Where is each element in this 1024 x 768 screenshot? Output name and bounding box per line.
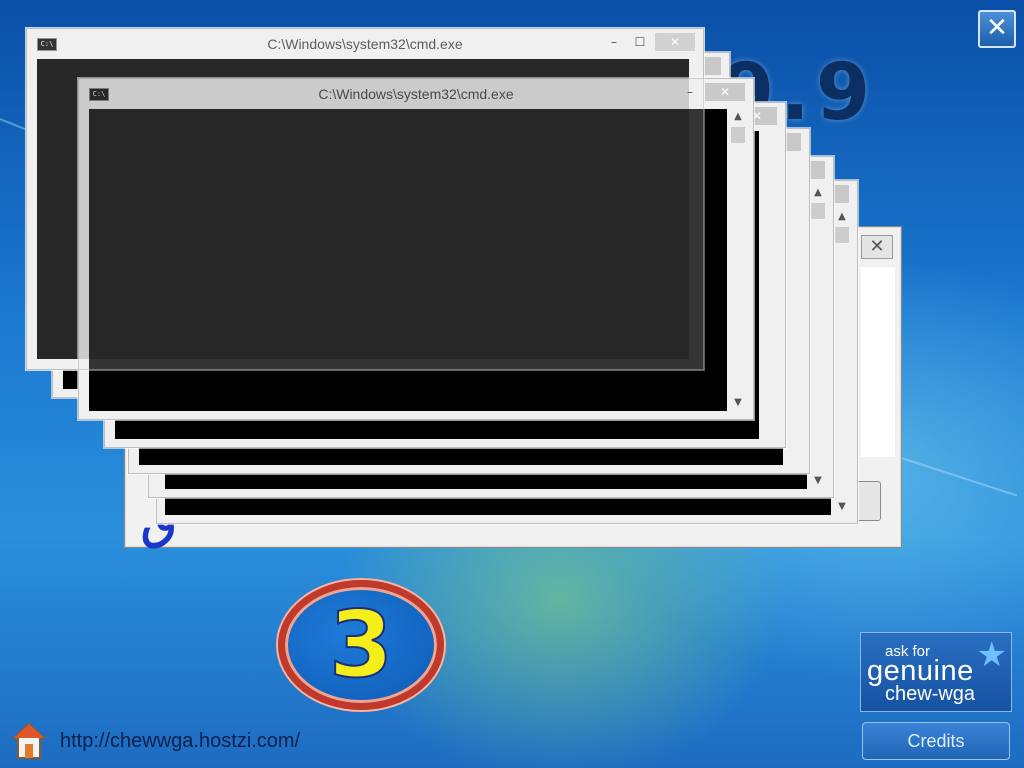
scroll-up-icon[interactable]: ▲: [833, 209, 851, 225]
scroll-thumb[interactable]: [835, 227, 849, 243]
app-close-button[interactable]: ✕: [978, 10, 1016, 48]
website-link[interactable]: http://chewwga.hostzi.com/: [60, 730, 300, 753]
countdown-badge: 3: [278, 580, 444, 710]
countdown-number: 3: [328, 591, 394, 698]
credits-button[interactable]: Credits: [862, 722, 1010, 760]
cmd-scrollbar[interactable]: ▲ ▼: [729, 109, 747, 411]
genuine-line3: chew-wga: [885, 683, 976, 705]
scroll-up-icon[interactable]: ▲: [729, 109, 747, 125]
cmd-window-ghost[interactable]: [26, 28, 704, 370]
cmd-console[interactable]: [37, 59, 689, 359]
scroll-down-icon[interactable]: ▼: [729, 395, 747, 411]
scroll-thumb[interactable]: [811, 203, 825, 219]
dialog-close-button[interactable]: ✕: [861, 235, 893, 259]
genuine-badge[interactable]: ask for genuine chew-wga ★: [860, 632, 1012, 712]
dialog-panel: [861, 267, 895, 457]
cmd-scrollbar[interactable]: ▲ ▼: [833, 209, 851, 515]
home-icon[interactable]: [12, 722, 46, 760]
star-icon: ★: [976, 635, 1007, 675]
scroll-thumb[interactable]: [731, 127, 745, 143]
scroll-down-icon[interactable]: ▼: [833, 499, 851, 515]
scroll-up-icon[interactable]: ▲: [809, 185, 827, 201]
cmd-close-button[interactable]: ✕: [705, 83, 745, 101]
scroll-down-icon[interactable]: ▼: [809, 473, 827, 489]
cmd-scrollbar[interactable]: ▲ ▼: [809, 185, 827, 489]
